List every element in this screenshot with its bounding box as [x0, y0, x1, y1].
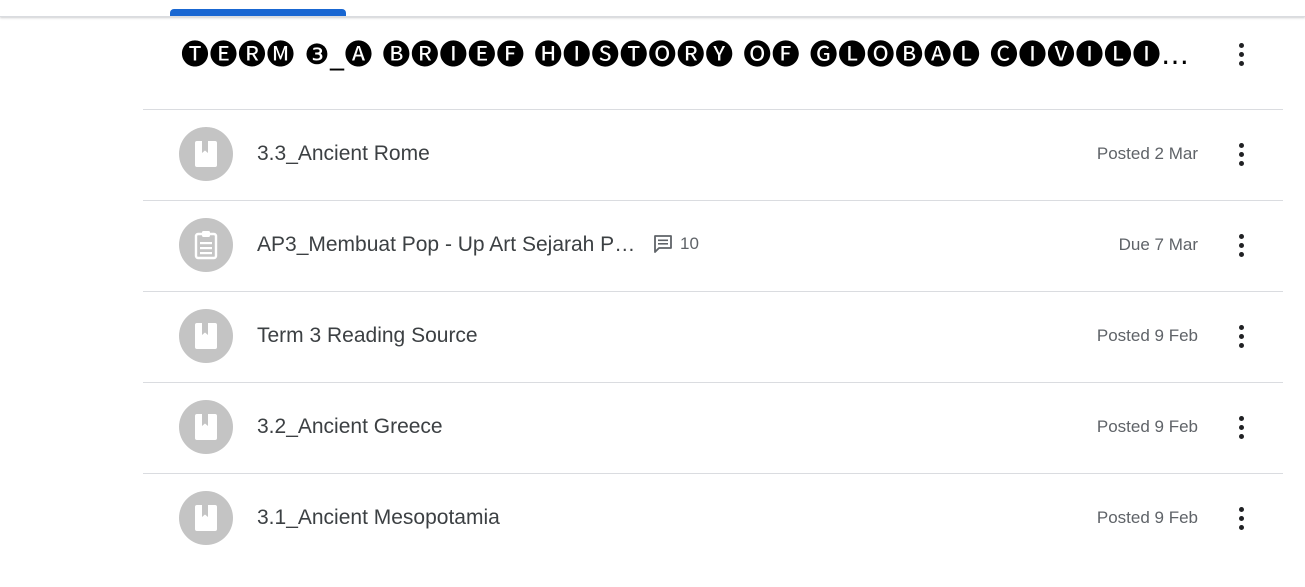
item-title[interactable]: 3.1_Ancient Mesopotamia [257, 505, 500, 531]
topic-title: 🅣🅔🅡🅜 ❸_🅐 🅑🅡🅘🅔🅕 🅗🅘🅢🅣🅞🅡🅨 🅞🅕 🅖🅛🅞🅑🅐🅛 🅒🅘🅥🅘🅛🅘🅩… [181, 38, 1206, 71]
item-title[interactable]: AP3_Membuat Pop - Up Art Sejarah Peradab… [257, 232, 637, 258]
item-more-options-icon[interactable] [1229, 321, 1253, 351]
item-more-options-icon[interactable] [1229, 412, 1253, 442]
classwork-item[interactable]: AP3_Membuat Pop - Up Art Sejarah Peradab… [143, 201, 1283, 292]
book-icon [179, 400, 233, 454]
item-more-options-icon[interactable] [1229, 230, 1253, 260]
item-more-options-icon[interactable] [1229, 139, 1253, 169]
topic-more-options-icon[interactable] [1229, 39, 1253, 69]
active-tab-indicator [170, 9, 346, 16]
item-date: Posted 2 Mar [1096, 144, 1198, 163]
item-title[interactable]: 3.3_Ancient Rome [257, 141, 430, 167]
item-title[interactable]: 3.2_Ancient Greece [257, 414, 443, 440]
item-date: Posted 9 Feb [1096, 326, 1198, 345]
item-date: Due 7 Mar [1118, 235, 1198, 254]
classwork-item[interactable]: 3.1_Ancient Mesopotamia Posted 9 Feb [143, 474, 1283, 564]
book-icon [179, 309, 233, 363]
book-icon [179, 127, 233, 181]
item-title[interactable]: Term 3 Reading Source [257, 323, 478, 349]
comment-count: 10 [653, 234, 699, 254]
item-more-options-icon[interactable] [1229, 503, 1253, 533]
item-date: Posted 9 Feb [1096, 417, 1198, 436]
classwork-item[interactable]: 3.2_Ancient Greece Posted 9 Feb [143, 383, 1283, 474]
comment-count-value: 10 [680, 234, 699, 253]
top-app-bar [0, 0, 1305, 17]
assignment-icon [179, 218, 233, 272]
book-icon [179, 491, 233, 545]
classwork-item-list: 3.3_Ancient Rome Posted 2 Mar AP3_Membua… [143, 110, 1283, 564]
topic-header: 🅣🅔🅡🅜 ❸_🅐 🅑🅡🅘🅔🅕 🅗🅘🅢🅣🅞🅡🅨 🅞🅕 🅖🅛🅞🅑🅐🅛 🅒🅘🅥🅘🅛🅘🅩… [143, 18, 1283, 110]
comment-icon [654, 235, 672, 253]
classwork-item[interactable]: Term 3 Reading Source Posted 9 Feb [143, 292, 1283, 383]
classwork-item[interactable]: 3.3_Ancient Rome Posted 2 Mar [143, 110, 1283, 201]
item-date: Posted 9 Feb [1096, 508, 1198, 527]
